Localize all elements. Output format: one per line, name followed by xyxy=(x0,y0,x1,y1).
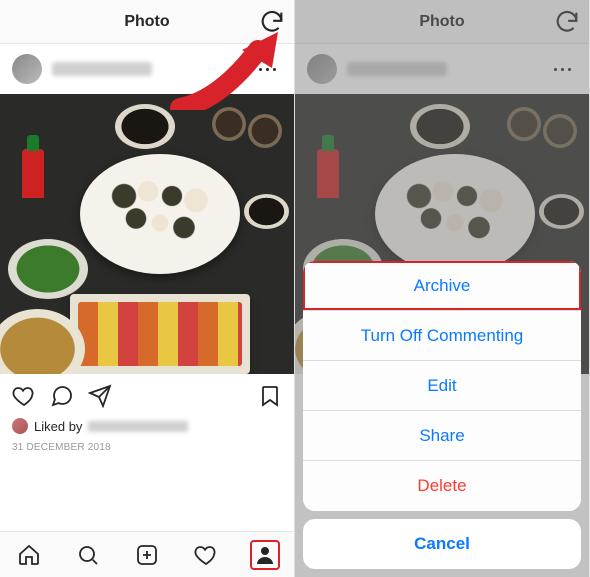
avatar[interactable] xyxy=(12,54,42,84)
action-cancel[interactable]: Cancel xyxy=(303,519,581,569)
action-archive[interactable]: Archive xyxy=(303,261,581,311)
username[interactable] xyxy=(52,62,152,76)
post-photo[interactable] xyxy=(0,94,294,374)
refresh-icon[interactable] xyxy=(258,8,286,36)
action-turn-off-commenting[interactable]: Turn Off Commenting xyxy=(303,311,581,361)
action-sheet: Archive Turn Off Commenting Edit Share D… xyxy=(303,261,581,569)
nav-add[interactable] xyxy=(133,541,161,569)
bottom-nav xyxy=(0,531,294,577)
top-bar: Photo xyxy=(0,0,294,44)
bookmark-icon[interactable] xyxy=(258,384,282,408)
like-icon[interactable] xyxy=(12,384,36,408)
page-title: Photo xyxy=(124,13,169,31)
liked-by-label: Liked by xyxy=(34,419,82,434)
share-icon[interactable] xyxy=(88,384,112,408)
nav-profile[interactable] xyxy=(251,541,279,569)
action-edit[interactable]: Edit xyxy=(303,361,581,411)
action-share[interactable]: Share xyxy=(303,411,581,461)
comment-icon[interactable] xyxy=(50,384,74,408)
nav-home[interactable] xyxy=(15,541,43,569)
post-header xyxy=(0,44,294,94)
nav-search[interactable] xyxy=(74,541,102,569)
liker-avatar xyxy=(12,418,28,434)
screenshot-left: Photo Liked by 31 xyxy=(0,0,295,577)
action-sheet-options: Archive Turn Off Commenting Edit Share D… xyxy=(303,261,581,511)
liker-username xyxy=(88,421,188,432)
screenshot-right: Photo Archive Turn Off Commen xyxy=(295,0,590,577)
liked-by-row[interactable]: Liked by xyxy=(0,418,294,438)
more-options-button[interactable] xyxy=(252,54,282,84)
post-actions xyxy=(0,374,294,418)
action-delete[interactable]: Delete xyxy=(303,461,581,511)
post-date: 31 DECEMBER 2018 xyxy=(0,438,294,463)
nav-activity[interactable] xyxy=(192,541,220,569)
